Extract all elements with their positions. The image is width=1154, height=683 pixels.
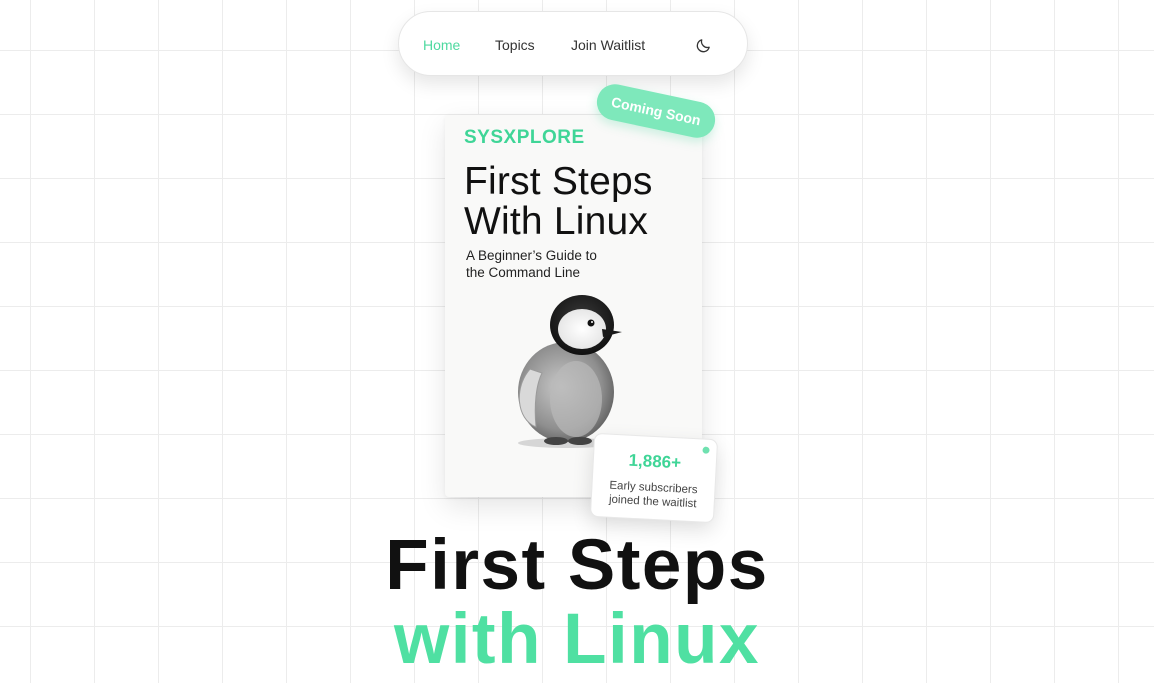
subscriber-caption: Early subscribers joined the waitlist <box>591 478 714 512</box>
penguin-illustration <box>518 295 622 448</box>
nav-join-waitlist-link[interactable]: Join Waitlist <box>571 36 645 54</box>
hero-heading-line1: First Steps <box>385 526 769 605</box>
book-subtitle: A Beginner’s Guide to the Command Line <box>466 247 666 281</box>
theme-toggle-button[interactable] <box>692 34 714 56</box>
book-subtitle-line: A Beginner’s Guide to <box>466 248 597 263</box>
nav-home-link[interactable]: Home <box>423 36 460 54</box>
nav-topics-link[interactable]: Topics <box>495 36 535 54</box>
hero-heading-line2: with Linux <box>393 600 760 679</box>
top-navigation: Home Topics Join Waitlist <box>398 11 748 76</box>
book-title-line: First Steps <box>464 160 653 203</box>
status-dot <box>702 446 710 454</box>
subscriber-count: 1,886+ <box>628 450 682 473</box>
book-brand: SYSXPLORE <box>464 127 585 148</box>
moon-icon <box>696 38 710 52</box>
book-subtitle-line: the Command Line <box>466 265 581 280</box>
book-title-line: With Linux <box>464 200 649 243</box>
book-title: First Steps With Linux <box>464 162 694 242</box>
subscribers-card: 1,886+ Early subscribers joined the wait… <box>589 432 719 524</box>
